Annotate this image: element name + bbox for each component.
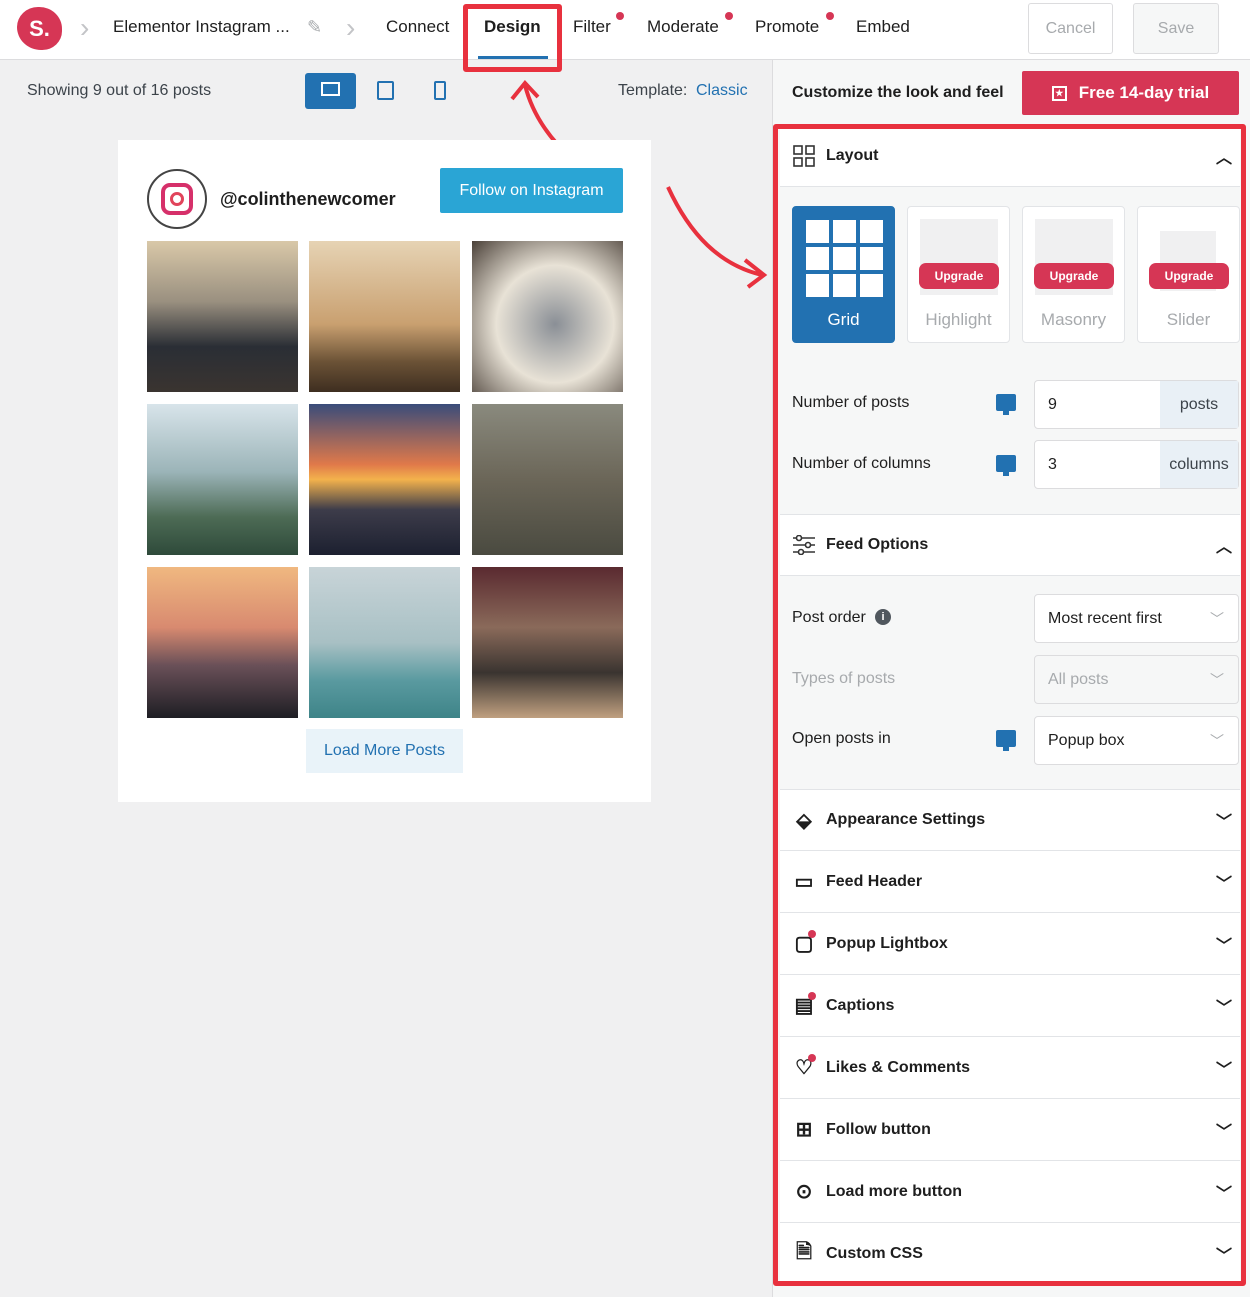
tab-filter[interactable]: Filter <box>573 17 611 37</box>
post-image[interactable] <box>472 404 623 555</box>
feed-name[interactable]: Elementor Instagram ... <box>113 17 290 37</box>
post-image[interactable] <box>309 567 460 718</box>
tab-promote[interactable]: Promote <box>755 17 819 37</box>
highlight-box <box>463 4 562 72</box>
notification-dot <box>725 12 733 20</box>
instagram-icon <box>161 183 193 215</box>
tab-embed[interactable]: Embed <box>856 17 910 37</box>
load-more-button[interactable]: Load More Posts <box>306 729 463 773</box>
pencil-icon[interactable]: ✎ <box>307 17 322 38</box>
star-icon: ★ <box>1051 85 1067 101</box>
panel-title: Customize the look and feel <box>792 84 1004 101</box>
logo[interactable]: S. <box>17 7 62 50</box>
breadcrumb-separator-icon: › <box>346 12 356 43</box>
free-trial-button[interactable]: ★ Free 14-day trial <box>1022 71 1239 115</box>
post-image[interactable] <box>147 241 298 392</box>
notification-dot <box>826 12 834 20</box>
avatar <box>147 169 207 229</box>
breadcrumb-separator-icon: › <box>80 12 90 43</box>
tab-moderate[interactable]: Moderate <box>647 17 719 37</box>
post-image[interactable] <box>147 404 298 555</box>
tab-connect[interactable]: Connect <box>386 17 449 37</box>
cancel-button[interactable]: Cancel <box>1028 3 1113 54</box>
desktop-view-button[interactable] <box>305 73 356 109</box>
post-image[interactable] <box>309 404 460 555</box>
save-button[interactable]: Save <box>1133 3 1219 54</box>
post-image[interactable] <box>472 567 623 718</box>
desktop-icon <box>321 82 340 96</box>
username[interactable]: @colinthenewcomer <box>220 189 396 210</box>
free-trial-label: Free 14-day trial <box>1078 83 1210 102</box>
post-image[interactable] <box>147 567 298 718</box>
tablet-view-icon[interactable] <box>377 81 394 100</box>
post-count: Showing 9 out of 16 posts <box>27 82 212 99</box>
follow-button[interactable]: Follow on Instagram <box>440 168 623 213</box>
post-image[interactable] <box>472 241 623 392</box>
mobile-view-icon[interactable] <box>434 81 446 100</box>
highlight-box <box>773 124 1246 1286</box>
notification-dot <box>616 12 624 20</box>
post-image[interactable] <box>309 241 460 392</box>
